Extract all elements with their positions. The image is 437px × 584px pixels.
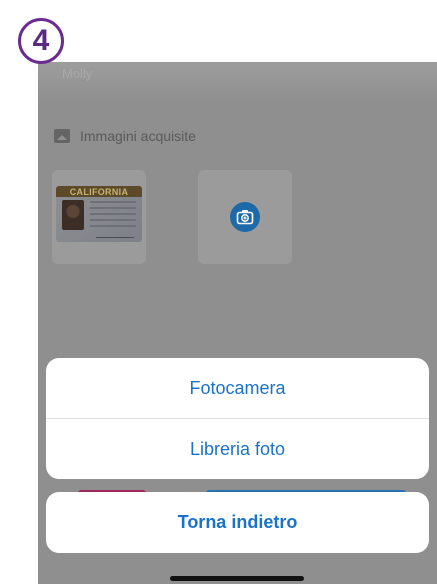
step-number-badge: 4	[18, 18, 64, 64]
gallery-icon	[54, 129, 70, 143]
license-text-lines	[90, 201, 136, 231]
faint-title: Molly	[62, 66, 93, 81]
section-label: Immagini acquisite	[80, 128, 196, 144]
step-number: 4	[32, 24, 50, 57]
top-fade	[38, 62, 437, 102]
cancel-button[interactable]: Torna indietro	[46, 492, 429, 553]
section-header: Immagini acquisite	[54, 128, 196, 144]
driver-license-image: CALIFORNIA	[56, 186, 142, 242]
camera-option[interactable]: Fotocamera	[46, 358, 429, 418]
camera-plus-icon[interactable]	[230, 202, 260, 232]
license-photo	[62, 200, 84, 230]
phone-screen: Molly Immagini acquisite CALIFORNIA Foto…	[38, 62, 437, 584]
add-image-tile[interactable]	[198, 170, 292, 264]
captured-image-thumbnail[interactable]: CALIFORNIA	[52, 170, 146, 264]
license-state: CALIFORNIA	[69, 186, 129, 197]
home-indicator[interactable]	[170, 576, 304, 581]
action-sheet: Fotocamera Libreria foto	[46, 358, 429, 479]
photo-library-option[interactable]: Libreria foto	[46, 419, 429, 479]
license-signature	[96, 230, 134, 238]
license-header-band: CALIFORNIA	[56, 186, 142, 197]
